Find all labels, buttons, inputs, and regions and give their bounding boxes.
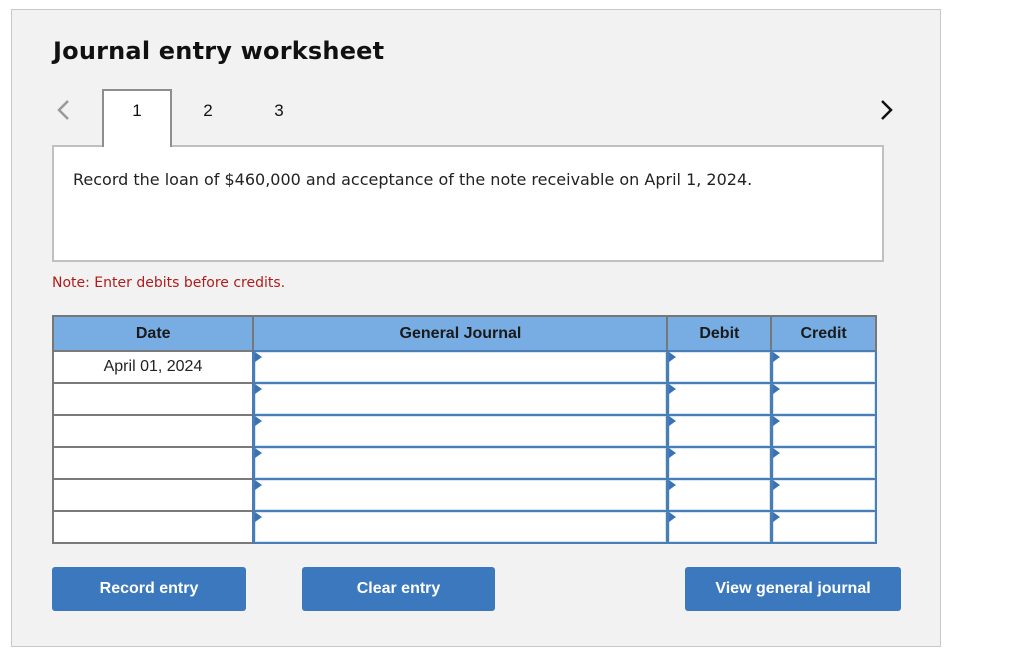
input-marker-icon xyxy=(254,480,262,490)
debit-input[interactable] xyxy=(668,480,770,510)
input-marker-icon xyxy=(772,352,780,362)
table-row xyxy=(51,510,877,544)
table-header-row: Date General Journal Debit Credit xyxy=(51,315,877,352)
chevron-left-icon xyxy=(57,100,69,120)
debit-input[interactable] xyxy=(668,448,770,478)
tab-step-1[interactable]: 1 xyxy=(102,89,172,147)
table-row xyxy=(51,478,877,512)
credit-input[interactable] xyxy=(772,480,875,510)
debit-cell xyxy=(665,414,773,448)
tab-label: 3 xyxy=(274,101,284,120)
account-select[interactable] xyxy=(254,512,666,542)
account-cell xyxy=(251,478,669,512)
credit-cell xyxy=(769,414,877,448)
account-cell xyxy=(251,350,669,384)
date-cell: April 01, 2024 xyxy=(51,350,255,384)
date-cell xyxy=(51,478,255,512)
debit-input[interactable] xyxy=(668,416,770,446)
instruction-text: Record the loan of $460,000 and acceptan… xyxy=(73,170,753,189)
debit-cell xyxy=(665,350,773,384)
table-row: April 01, 2024 xyxy=(51,350,877,384)
input-marker-icon xyxy=(668,448,676,458)
debit-input[interactable] xyxy=(668,384,770,414)
tab-label: 1 xyxy=(132,101,142,120)
table-row xyxy=(51,446,877,480)
input-marker-icon xyxy=(254,448,262,458)
debit-input[interactable] xyxy=(668,352,770,382)
debit-cell xyxy=(665,478,773,512)
input-marker-icon xyxy=(668,416,676,426)
credit-cell xyxy=(769,478,877,512)
account-select[interactable] xyxy=(254,480,666,510)
input-marker-icon xyxy=(668,352,676,362)
account-cell xyxy=(251,382,669,416)
credit-cell xyxy=(769,382,877,416)
credit-input[interactable] xyxy=(772,416,875,446)
date-cell xyxy=(51,510,255,544)
credit-cell xyxy=(769,446,877,480)
instruction-box: Record the loan of $460,000 and acceptan… xyxy=(52,145,884,262)
input-marker-icon xyxy=(254,384,262,394)
account-cell xyxy=(251,510,669,544)
date-cell xyxy=(51,446,255,480)
view-general-journal-button[interactable]: View general journal xyxy=(685,567,901,611)
tab-step-2[interactable]: 2 xyxy=(173,89,243,145)
credit-input[interactable] xyxy=(772,384,875,414)
account-cell xyxy=(251,414,669,448)
table-row xyxy=(51,382,877,416)
next-step-button[interactable] xyxy=(876,96,900,124)
account-select[interactable] xyxy=(254,416,666,446)
clear-entry-button[interactable]: Clear entry xyxy=(302,567,495,611)
prev-step-button[interactable] xyxy=(54,96,78,124)
note-text: Note: Enter debits before credits. xyxy=(52,275,286,291)
credit-cell xyxy=(769,350,877,384)
debit-cell xyxy=(665,446,773,480)
date-cell xyxy=(51,382,255,416)
input-marker-icon xyxy=(254,512,262,522)
account-cell xyxy=(251,446,669,480)
account-select[interactable] xyxy=(254,448,666,478)
input-marker-icon xyxy=(668,512,676,522)
input-marker-icon xyxy=(772,384,780,394)
input-marker-icon xyxy=(772,512,780,522)
chevron-right-icon xyxy=(881,100,893,120)
debit-cell xyxy=(665,382,773,416)
debit-cell xyxy=(665,510,773,544)
worksheet-panel: Journal entry worksheet 1 2 3 Record the… xyxy=(11,9,941,647)
input-marker-icon xyxy=(772,480,780,490)
credit-input[interactable] xyxy=(772,448,875,478)
column-header-credit: Credit xyxy=(770,315,877,352)
input-marker-icon xyxy=(254,352,262,362)
credit-input[interactable] xyxy=(772,352,875,382)
page-title: Journal entry worksheet xyxy=(53,37,385,65)
column-header-date: Date xyxy=(51,315,254,352)
credit-cell xyxy=(769,510,877,544)
input-marker-icon xyxy=(772,448,780,458)
input-marker-icon xyxy=(668,480,676,490)
column-header-general-journal: General Journal xyxy=(252,315,668,352)
credit-input[interactable] xyxy=(772,512,875,542)
table-row xyxy=(51,414,877,448)
input-marker-icon xyxy=(668,384,676,394)
account-select[interactable] xyxy=(254,384,666,414)
date-cell xyxy=(51,414,255,448)
record-entry-button[interactable]: Record entry xyxy=(52,567,246,611)
journal-table: Date General Journal Debit Credit April … xyxy=(51,315,877,544)
debit-input[interactable] xyxy=(668,512,770,542)
tab-step-3[interactable]: 3 xyxy=(244,89,314,145)
input-marker-icon xyxy=(254,416,262,426)
tab-label: 2 xyxy=(203,101,213,120)
column-header-debit: Debit xyxy=(666,315,772,352)
account-select[interactable] xyxy=(254,352,666,382)
input-marker-icon xyxy=(772,416,780,426)
